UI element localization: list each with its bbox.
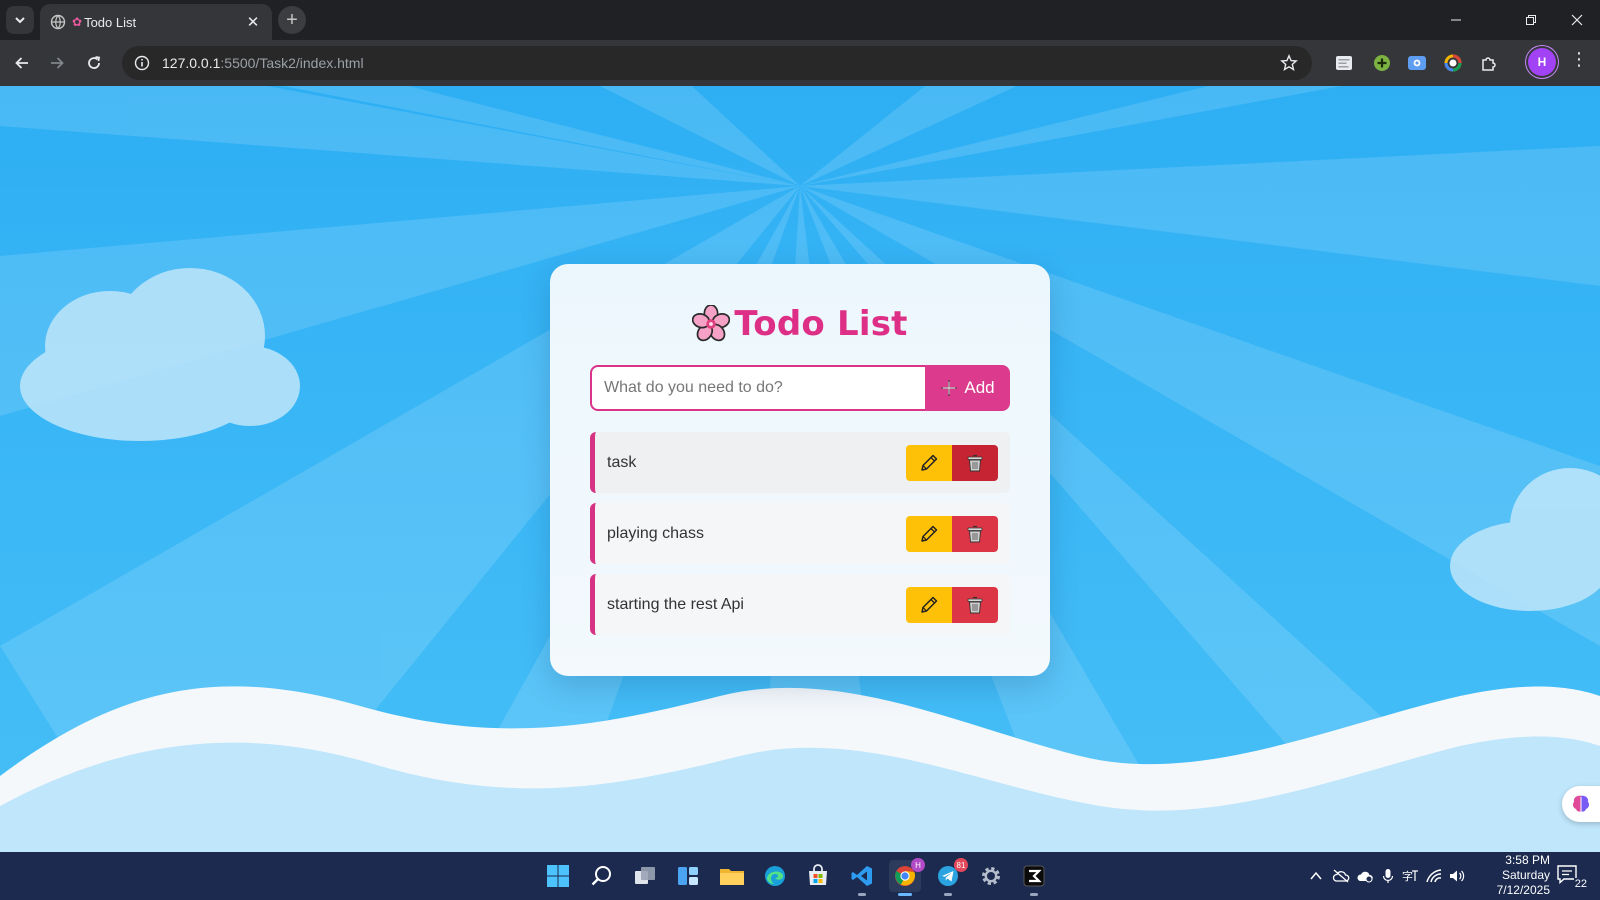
todo-text: playing chass — [607, 524, 704, 542]
back-button[interactable] — [8, 49, 36, 77]
new-tab-button[interactable]: + — [278, 6, 306, 34]
search-icon[interactable] — [586, 860, 618, 892]
pencil-icon — [921, 454, 938, 471]
edge-browser-icon[interactable] — [759, 860, 791, 892]
minimize-button[interactable] — [1442, 8, 1470, 32]
edit-button[interactable] — [906, 444, 952, 481]
wifi-icon[interactable] — [1424, 866, 1444, 886]
todo-item: starting the rest Api — [590, 574, 1010, 635]
address-bar[interactable]: 127.0.0.1:5500/Task2/index.html — [122, 46, 1312, 80]
pencil-icon — [921, 596, 938, 613]
edit-button[interactable] — [906, 586, 952, 623]
site-info-icon[interactable] — [134, 55, 150, 71]
globe-icon — [50, 14, 66, 30]
cherry-blossom-icon — [692, 305, 731, 342]
tab-search-chevron-icon[interactable] — [6, 6, 34, 34]
edit-button[interactable] — [906, 515, 952, 552]
todo-input[interactable] — [590, 365, 925, 411]
delete-button[interactable] — [952, 586, 998, 623]
app-title: Todo List — [550, 304, 1050, 344]
assistant-side-widget[interactable] — [1562, 786, 1600, 822]
todo-text: starting the rest Api — [607, 595, 744, 613]
browser-menu-icon[interactable]: ⋮ — [1570, 50, 1588, 68]
clock-day: Saturday — [1501, 868, 1550, 882]
close-window-button[interactable] — [1563, 8, 1591, 32]
page-viewport: Todo List Add task playing chass — [0, 86, 1600, 852]
telegram-icon[interactable]: 81 — [932, 858, 968, 896]
delete-button[interactable] — [952, 515, 998, 552]
extension-translate-icon[interactable] — [1334, 53, 1354, 73]
reload-button[interactable] — [80, 49, 108, 77]
widgets-icon[interactable] — [672, 860, 704, 892]
url-host: 127.0.0.1 — [162, 55, 221, 71]
show-hidden-icons-chevron-icon[interactable] — [1306, 866, 1326, 886]
clock-date: 7/12/2025 — [1496, 883, 1550, 897]
extension-color-picker-icon[interactable] — [1443, 53, 1463, 73]
profile-avatar[interactable]: H — [1528, 48, 1556, 76]
bookmark-star-icon[interactable] — [1280, 54, 1298, 72]
windows-start-icon[interactable] — [542, 860, 574, 892]
plus-icon — [941, 380, 957, 396]
microphone-icon[interactable] — [1378, 866, 1398, 886]
file-explorer-icon[interactable] — [716, 860, 748, 892]
system-clock[interactable]: 3:58 PM Saturday 7/12/2025 — [1462, 853, 1550, 898]
notification-center-icon[interactable]: 22 — [1556, 864, 1590, 890]
extension-screen-capture-icon[interactable] — [1407, 53, 1427, 73]
add-todo-form: Add — [590, 365, 1010, 411]
task-view-icon[interactable] — [629, 860, 661, 892]
restore-button[interactable] — [1517, 8, 1545, 32]
app-title-text: Todo List — [734, 304, 908, 344]
cherry-blossom-icon: ✿ — [72, 15, 83, 29]
add-button-label: Add — [964, 378, 995, 397]
vscode-icon[interactable] — [846, 860, 878, 896]
todo-text: task — [607, 453, 637, 471]
svg-text:字: 字 — [1402, 869, 1413, 883]
url-path: :5500/Task2/index.html — [220, 55, 364, 71]
todo-item: task — [590, 432, 1010, 493]
telegram-unread-badge: 81 — [954, 858, 968, 872]
taskbar: H 81 字 3:58 PM Saturday 7/12/2025 22 — [0, 852, 1600, 900]
todo-item: playing chass — [590, 503, 1010, 564]
notification-count: 22 — [1573, 878, 1588, 890]
browser-toolbar: 127.0.0.1:5500/Task2/index.html — [0, 40, 1600, 86]
trash-icon — [967, 454, 983, 471]
clock-time: 3:58 PM — [1505, 853, 1550, 867]
input-language-icon[interactable]: 字 — [1400, 866, 1420, 886]
add-button[interactable]: Add — [925, 365, 1010, 411]
forward-button[interactable] — [43, 49, 71, 77]
trash-icon — [967, 525, 983, 542]
extension-plus-icon[interactable] — [1372, 53, 1392, 73]
delete-button[interactable] — [952, 444, 998, 481]
todo-list: task playing chass starting the rest Api — [590, 432, 1010, 645]
pencil-icon — [921, 525, 938, 542]
cloud-offline-icon[interactable] — [1331, 866, 1351, 886]
extensions-puzzle-icon[interactable] — [1479, 53, 1499, 73]
tab-todo-list[interactable]: ✿ Todo List ✕ — [40, 4, 272, 40]
tab-close-icon[interactable]: ✕ — [244, 13, 262, 31]
trash-icon — [967, 596, 983, 613]
todo-card: Todo List Add task playing chass — [550, 264, 1050, 676]
settings-gear-icon[interactable] — [975, 860, 1007, 892]
terminal-app-icon[interactable] — [1018, 860, 1050, 896]
microsoft-store-icon[interactable] — [802, 860, 834, 892]
brain-icon — [1572, 795, 1590, 812]
onedrive-cloud-icon[interactable] — [1355, 866, 1375, 886]
tab-title: Todo List — [84, 14, 137, 30]
chrome-icon[interactable]: H — [889, 858, 925, 896]
tab-strip: ✿ Todo List ✕ + — [0, 0, 1600, 40]
chrome-profile-badge: H — [911, 858, 925, 872]
